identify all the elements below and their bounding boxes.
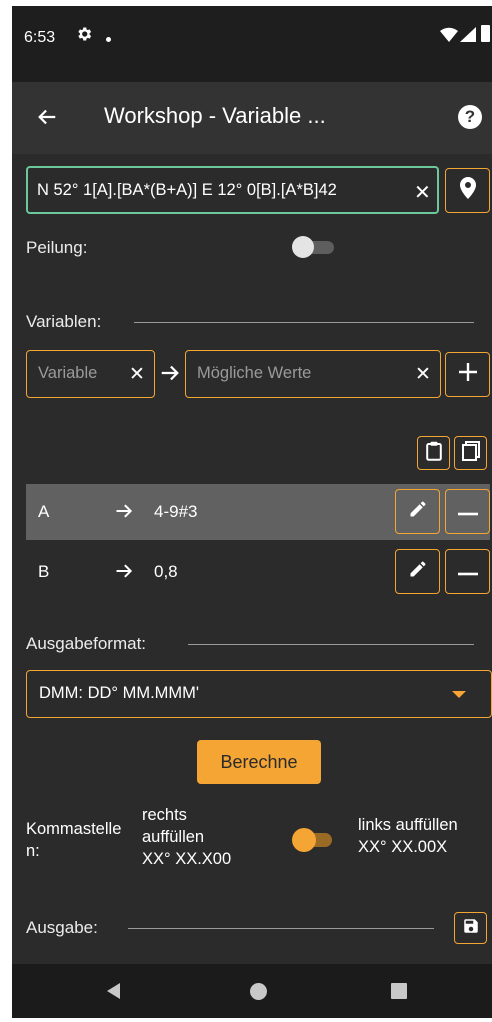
output-format-select[interactable]: DMM: DD° MM.MMM' (26, 670, 492, 718)
remove-variable-button[interactable] (445, 489, 490, 534)
location-button[interactable] (445, 168, 490, 213)
decimals-toggle-thumb (292, 828, 316, 852)
output-divider (128, 928, 434, 929)
paste-button[interactable] (417, 436, 450, 470)
variable-row-name: A (38, 502, 50, 521)
right-fill-label: rechts auffüllen (142, 806, 205, 846)
help-icon[interactable]: ? (458, 105, 482, 129)
output-format-divider (188, 644, 474, 645)
phone-screen: 6:53 Workshop - Variable ... ? N 52° 1[A… (12, 6, 492, 1018)
right-fill-example: XX° XX.X00 (142, 850, 232, 868)
copy-icon (461, 440, 480, 466)
calculate-button-label: Berechne (220, 751, 298, 772)
variable-row-values: 0,8 (154, 562, 178, 581)
edit-variable-button[interactable] (395, 489, 440, 534)
variable-name-input[interactable]: Variable ✕ (26, 350, 155, 398)
output-section-label: Ausgabe: (26, 918, 98, 937)
app-bar: Workshop - Variable ... ? (12, 82, 492, 154)
coordinate-input[interactable]: N 52° 1[A].[BA*(B+A)] E 12° 0[B].[A*B]42… (26, 166, 439, 214)
calculate-button[interactable]: Berechne (197, 740, 321, 784)
left-fill-label: links auffüllen (358, 816, 458, 834)
clear-variable-name-icon[interactable]: ✕ (129, 363, 145, 386)
status-time: 6:53 (24, 29, 56, 46)
coordinate-input-value: N 52° 1[A].[BA*(B+A)] E 12° 0[B].[A*B]42 (37, 181, 337, 199)
nav-recents-icon[interactable] (391, 983, 407, 999)
bearing-label: Peilung: (26, 238, 88, 257)
plus-icon (458, 362, 478, 387)
save-output-button[interactable] (454, 912, 487, 944)
bearing-toggle[interactable] (292, 236, 336, 258)
possible-values-input[interactable]: Mögliche Werte ✕ (185, 350, 441, 398)
arrow-right-icon (159, 362, 181, 389)
save-icon (462, 917, 480, 940)
output-format-section-label: Ausgabeformat: (26, 634, 147, 653)
variable-name-placeholder: Variable (38, 364, 98, 382)
variables-section-label: Variablen: (26, 312, 102, 331)
variable-row-name: B (38, 562, 50, 581)
clear-possible-values-icon[interactable]: ✕ (415, 363, 431, 386)
arrow-right-icon (114, 501, 134, 526)
pencil-icon (408, 499, 428, 524)
variable-row-values: 4-9#3 (154, 502, 198, 521)
signal-icon (460, 27, 476, 47)
clear-coordinate-icon[interactable]: ✕ (414, 180, 431, 205)
chevron-down-icon (452, 691, 466, 698)
copy-button[interactable] (454, 436, 487, 470)
possible-values-placeholder: Mögliche Werte (197, 364, 312, 382)
clipboard-icon (425, 441, 442, 466)
navigation-bar (12, 964, 492, 1018)
settings-icon (75, 25, 93, 48)
bearing-toggle-thumb (292, 236, 314, 258)
variables-divider (134, 322, 474, 323)
decimals-toggle[interactable] (292, 828, 340, 852)
edit-variable-button[interactable] (395, 549, 440, 594)
remove-variable-button[interactable] (445, 549, 490, 594)
output-format-selected: DMM: DD° MM.MMM' (39, 684, 200, 702)
battery-icon (481, 25, 490, 42)
map-pin-icon (459, 177, 476, 204)
back-arrow-icon[interactable] (36, 106, 58, 133)
arrow-right-icon (114, 561, 134, 586)
wifi-icon (440, 27, 458, 47)
decimals-label: Kommastellen: (26, 820, 122, 860)
nav-home-icon[interactable] (250, 983, 267, 1000)
notification-dot-icon (106, 37, 111, 42)
nav-back-icon[interactable] (107, 983, 120, 999)
pencil-icon (408, 559, 428, 584)
minus-icon (457, 503, 478, 521)
page-title: Workshop - Variable ... (104, 103, 326, 128)
status-bar: 6:53 (12, 6, 492, 82)
main-content: N 52° 1[A].[BA*(B+A)] E 12° 0[B].[A*B]42… (12, 154, 492, 964)
minus-icon (457, 563, 478, 581)
add-variable-button[interactable] (445, 352, 490, 397)
left-fill-example: XX° XX.00X (358, 838, 448, 856)
